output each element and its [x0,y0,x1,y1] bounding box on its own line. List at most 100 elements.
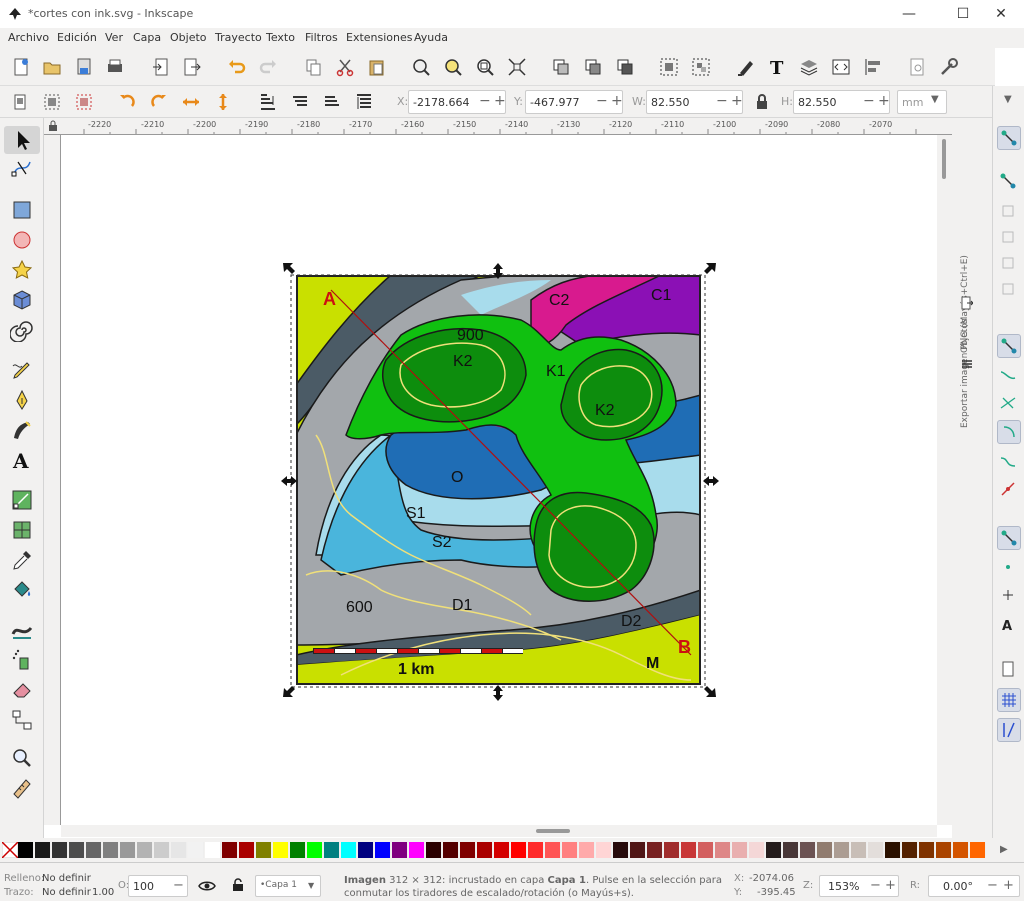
fill-value[interactable]: No definir [42,873,91,884]
y-field[interactable]: -467.977 − + [525,90,623,114]
palette-swatch[interactable] [919,842,935,858]
import-icon[interactable] [150,56,172,78]
zoom-field[interactable]: 153% − + [819,875,899,897]
calligraphy-tool-icon[interactable] [10,418,34,442]
align-distribute-icon[interactable] [862,56,884,78]
print-icon[interactable] [104,56,126,78]
zoom-drawing-icon[interactable] [442,56,464,78]
layer-visibility-eye-icon[interactable] [198,879,216,893]
palette-swatch[interactable] [443,842,459,858]
dropper-tool-icon[interactable] [10,548,34,572]
menu-archivo[interactable]: Archivo [8,31,49,44]
handle-bottom-right-icon[interactable] [704,686,716,697]
w-field[interactable]: 82.550 − + [646,90,743,114]
snap-object-center[interactable] [997,556,1021,580]
menu-texto[interactable]: Texto [266,31,295,44]
palette-swatch[interactable] [494,842,510,858]
selector-tool[interactable] [4,126,40,154]
palette-swatch[interactable] [817,842,833,858]
menu-filtros[interactable]: Filtros [305,31,338,44]
handle-bottom-left-icon[interactable] [283,686,295,697]
palette-swatch[interactable] [596,842,612,858]
menu-ayuda[interactable]: Ayuda [414,31,448,44]
snap-others[interactable] [997,526,1021,550]
horizontal-ruler[interactable]: -2220 -2210 -2200 -2190 -2180 -2170 -216… [44,118,952,135]
vertical-ruler[interactable] [44,135,61,825]
unit-select[interactable]: mm ▼ [897,90,947,114]
palette-swatch[interactable] [86,842,102,858]
text-font-icon[interactable]: T [766,56,788,78]
stroke-width-value[interactable]: 1.00 [92,887,114,898]
palette-swatch[interactable] [171,842,187,858]
palette-menu-icon[interactable]: ▶ [1000,844,1008,855]
h-field[interactable]: 82.550 − + [793,90,890,114]
palette-swatch[interactable] [647,842,663,858]
ungroup-icon[interactable] [690,56,712,78]
horizontal-scrollbar-thumb[interactable] [536,829,570,833]
palette-swatch[interactable] [35,842,51,858]
connector-tool-icon[interactable] [10,708,34,732]
snap-toggle[interactable] [997,126,1021,150]
palette-swatch[interactable] [120,842,136,858]
snap-page[interactable] [997,658,1021,682]
export-png-tab[interactable]: Exportar imagen PNG (Mayús+Ctrl+E) [960,128,970,428]
opacity-field[interactable]: 100 − [128,875,188,897]
palette-swatch[interactable] [545,842,561,858]
h-increment-button[interactable]: + [878,93,890,109]
palette-swatch[interactable] [409,842,425,858]
palette-swatch[interactable] [392,842,408,858]
undo-icon[interactable] [226,56,248,78]
zoom-increment-button[interactable]: + [885,878,896,893]
raise-icon[interactable] [322,92,342,112]
palette-swatch[interactable] [562,842,578,858]
layer-select-value[interactable]: •Capa 1 [260,880,297,890]
eraser-tool-icon[interactable] [10,678,34,702]
x-increment-button[interactable]: + [494,93,506,109]
zoom-value[interactable]: 153% [828,880,859,893]
opacity-value[interactable]: 100 [133,880,154,893]
snap-midpoint[interactable] [997,478,1021,502]
w-increment-button[interactable]: + [731,93,743,109]
lower-icon[interactable] [290,92,310,112]
palette-swatch[interactable] [52,842,68,858]
new-document-icon[interactable] [10,56,32,78]
palette-swatch[interactable] [936,842,952,858]
lower-to-bottom-icon[interactable] [258,92,278,112]
palette-swatch[interactable] [205,842,221,858]
palette-swatch[interactable] [970,842,986,858]
h-decrement-button[interactable]: − [863,93,875,109]
palette-swatch[interactable] [18,842,34,858]
rotation-increment-button[interactable]: + [1003,878,1014,893]
palette-swatch[interactable] [103,842,119,858]
select-all-icon[interactable] [10,92,30,112]
palette-swatch[interactable] [715,842,731,858]
snap-grid[interactable] [997,688,1021,712]
select-all-layers-icon[interactable] [42,92,62,112]
3d-box-tool-icon[interactable] [10,288,34,312]
vertical-scrollbar[interactable] [937,135,952,825]
palette-swatch[interactable] [426,842,442,858]
w-value[interactable]: 82.550 [651,96,690,109]
palette-swatch[interactable] [953,842,969,858]
palette-swatch[interactable] [239,842,255,858]
canvas[interactable]: A B C1 C2 900 K2 K1 K2 O S1 S2 600 D1 D2… [61,135,937,825]
palette-swatch[interactable] [851,842,867,858]
measure-tool-icon[interactable] [10,776,34,800]
palette-swatch[interactable] [341,842,357,858]
snap-guide[interactable] [997,718,1021,742]
save-icon[interactable] [73,56,95,78]
palette-swatch[interactable] [256,842,272,858]
menu-ver[interactable]: Ver [105,31,123,44]
handle-right-icon[interactable] [703,476,719,486]
handle-left-icon[interactable] [281,476,297,486]
palette-swatch[interactable] [783,842,799,858]
no-paint-swatch-icon[interactable] [2,842,18,858]
star-tool-icon[interactable] [10,258,34,282]
palette-swatch[interactable] [698,842,714,858]
zoom-selection-icon[interactable] [410,56,432,78]
menu-edicion[interactable]: Edición [57,31,97,44]
palette-swatch[interactable] [732,842,748,858]
preferences-icon[interactable] [938,56,960,78]
palette-swatch[interactable] [188,842,204,858]
pencil-tool-icon[interactable] [10,358,34,382]
